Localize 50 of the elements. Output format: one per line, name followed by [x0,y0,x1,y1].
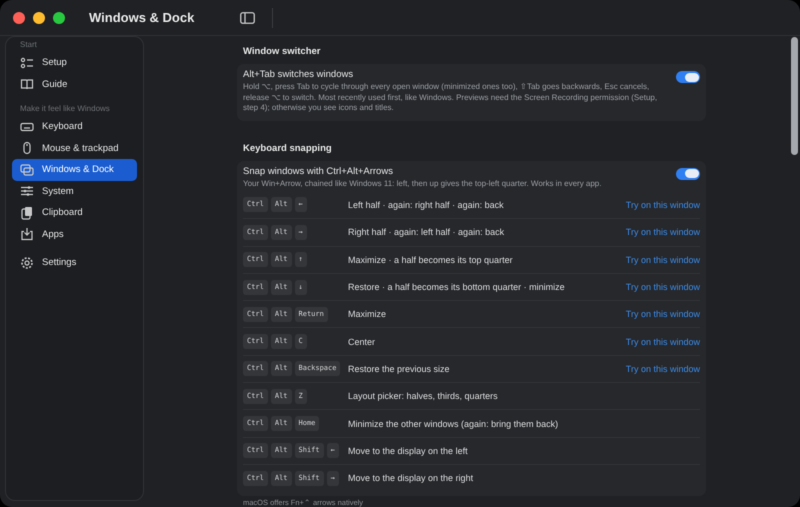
shortcut-description: Minimize the other windows (again: bring them back) [348,418,560,429]
windows-icon [20,162,34,177]
toggle-switch[interactable] [676,71,700,83]
download-tray-icon [20,227,34,242]
try-link[interactable]: Try on this window [626,227,700,238]
scrollbar-thumb[interactable] [791,37,798,155]
sidebar-toggle-icon[interactable] [240,12,256,24]
shortcut-description: Maximize · a half becomes its top quarter [348,254,514,265]
zoom-button[interactable] [53,12,65,24]
shortcut-description: Move to the display on the right [348,473,474,484]
toggle-label: Snap windows with Ctrl+Alt+Arrows [243,166,394,176]
try-link[interactable]: Try on this window [626,309,700,320]
try-link[interactable]: Try on this window [626,336,700,347]
sidebar-item[interactable]: Apps [12,224,137,245]
shortcut-description: Restore · a half becomes its bottom quarter · minimize [348,282,566,292]
toggle-description: Hold ⌥, press Tab to cycle through every open window (minimized ones too), ⇧Tab goes backwards, Esc cancels, release ⌥ to switch. Most recently used first, like Windows. Previews need the Screen Recording permission (Setup, step 4); otherwise you see icons and titles. [243,82,658,114]
shortcut-description: Move to the display on the left [348,446,469,456]
sidebar-item[interactable]: Settings [12,252,137,274]
sidebar-item[interactable]: Windows & Dock [12,159,137,180]
shortcut-description: Layout picker: halves, thirds, quarters [348,391,499,402]
window-title: Windows & Dock [89,10,194,25]
sidebar-section-heading: Start [19,39,38,51]
toggle-switch[interactable] [676,168,700,180]
toggle-description: Your Win+Arrow, chained like Windows 11: left, then up gives the top-left quarter. Works in every app. [243,178,602,189]
try-link[interactable]: Try on this window [626,254,700,265]
shortcut-description: Left half · again: right half · again: back [348,200,505,210]
sidebar-section-heading: Make it feel like Windows [19,103,111,115]
shortcut-description: Right half · again: left half · again: back [348,227,506,238]
try-link[interactable]: Try on this window [626,364,700,374]
section-heading: Window switcher [242,46,322,59]
book-icon [20,77,34,92]
sidebar-item[interactable]: Guide [12,74,137,95]
section-heading: Keyboard snapping [242,142,333,156]
minimize-button[interactable] [33,12,45,24]
sidebar-item[interactable]: System [12,180,137,202]
clipboard-icon [20,206,34,220]
close-button[interactable] [13,12,25,24]
toggle-label: Alt+Tab switches windows [243,69,354,80]
shortcut-description: Restore the previous size [348,364,451,374]
sidebar-item[interactable]: Setup [12,52,137,74]
shortcut-description: Center [348,336,376,347]
sidebar-item[interactable]: Clipboard [12,202,137,224]
sidebar-item[interactable]: Keyboard [12,116,137,138]
try-link[interactable]: Try on this window [626,282,700,292]
checklist-icon [20,56,34,70]
shortcut-description: Maximize [348,309,388,320]
try-link[interactable]: Try on this window [626,200,700,210]
settings-icon [20,256,34,270]
sidebar-item[interactable]: Mouse & trackpad [12,138,137,159]
sliders-icon [20,184,34,198]
